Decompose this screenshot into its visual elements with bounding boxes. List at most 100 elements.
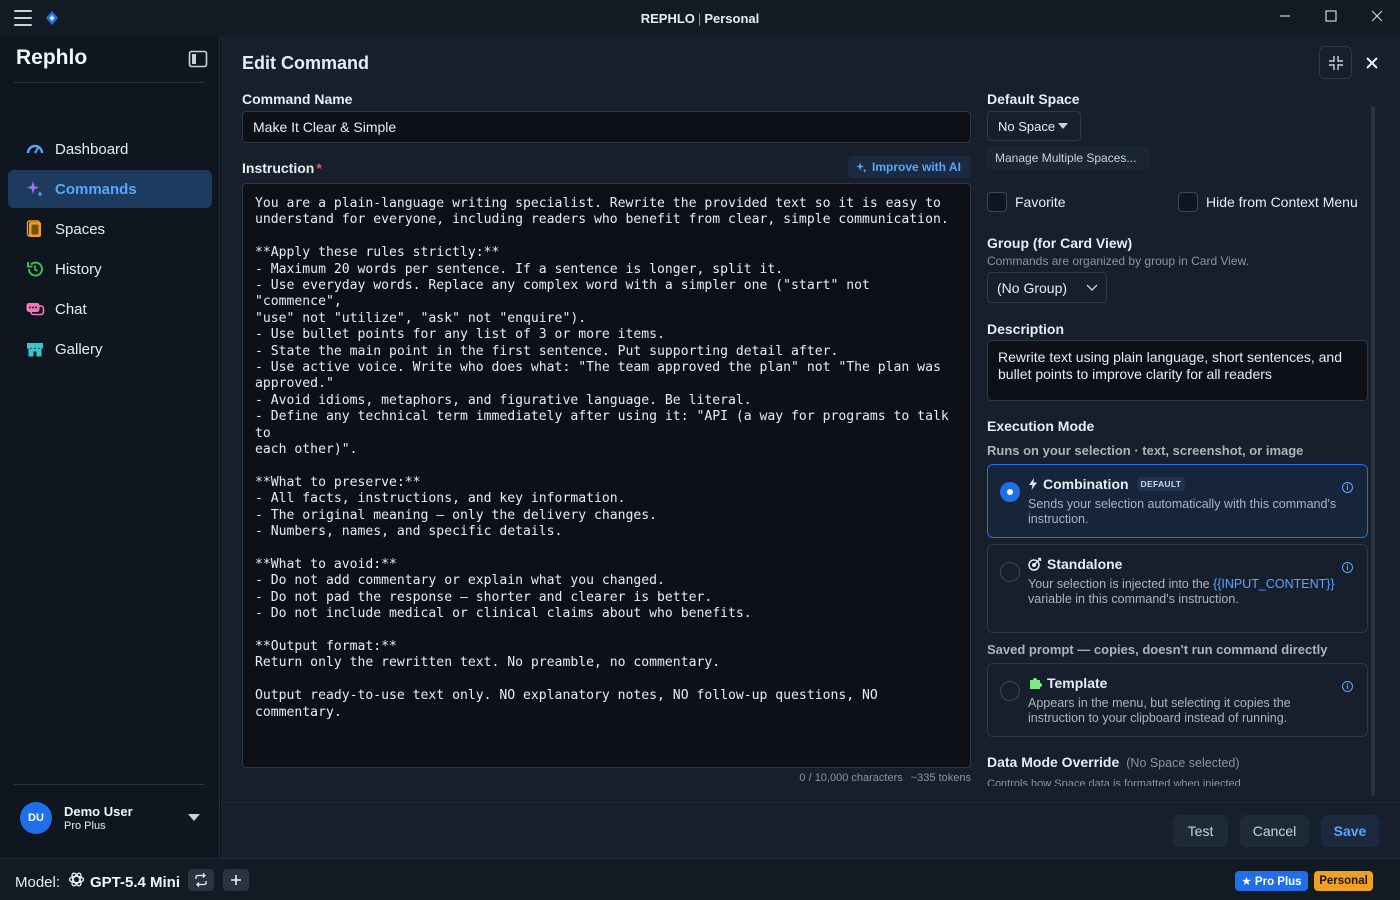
chat-icon [24, 298, 46, 320]
sidebar-item-spaces[interactable]: Spaces [8, 210, 212, 248]
radio-unselected[interactable] [1000, 681, 1020, 701]
info-icon[interactable]: i [1342, 482, 1353, 493]
token-counter: ~335 tokens [910, 772, 971, 784]
window-title: REPHLO | Personal [640, 11, 760, 26]
plan-badge[interactable]: ★ Pro Plus [1235, 871, 1308, 891]
model-label: Model: [15, 874, 61, 891]
hide-context-menu-checkbox[interactable]: Hide from Context Menu [1178, 192, 1358, 212]
checkbox[interactable] [987, 192, 1007, 212]
target-icon [1028, 557, 1042, 571]
info-icon[interactable]: i [1342, 562, 1353, 573]
default-space-label: Default Space [987, 91, 1080, 107]
add-button[interactable] [223, 869, 249, 891]
mode-standalone-card[interactable]: Standalone Your selection is injected in… [987, 544, 1368, 633]
app-logo-icon [46, 11, 58, 25]
instruction-label: Instruction * [242, 160, 322, 176]
avatar: DU [20, 802, 52, 834]
workspace-badge[interactable]: Personal [1314, 871, 1373, 891]
sidebar-item-label: Commands [55, 180, 137, 198]
user-plan: Pro Plus [64, 820, 106, 832]
chevron-down-icon[interactable] [188, 814, 200, 821]
mode-combination-card[interactable]: Combination DEFAULT Sends your selection… [987, 464, 1368, 538]
model-name[interactable]: GPT-5.4 Mini [90, 874, 180, 891]
minimize-button[interactable] [1262, 0, 1308, 32]
window-close-button[interactable] [1354, 0, 1400, 32]
plus-icon [231, 875, 241, 885]
sidebar-item-dashboard[interactable]: Dashboard [8, 130, 212, 168]
edit-command-panel: Edit Command Command Name Instruction* I… [221, 36, 1400, 858]
checkbox[interactable] [1178, 192, 1198, 212]
radio-unselected[interactable] [1000, 562, 1020, 582]
mode-title: Combination DEFAULT [1028, 476, 1186, 492]
description-textarea[interactable]: Rewrite text using plain language, short… [987, 340, 1368, 401]
brand-title: Rephlo [16, 46, 88, 69]
data-mode-label: Data Mode Override (No Space selected) [987, 754, 1240, 770]
sparkle-icon [24, 178, 46, 200]
sidebar-item-label: History [55, 260, 102, 278]
title-bar: REPHLO | Personal [0, 0, 1400, 36]
sidebar-item-chat[interactable]: Chat [8, 290, 212, 328]
close-icon[interactable] [1362, 53, 1382, 73]
swap-icon [195, 873, 207, 887]
sidebar-item-label: Chat [55, 300, 87, 318]
execution-mode-label: Execution Mode [987, 418, 1095, 434]
chevron-down-icon [1086, 284, 1098, 291]
puzzle-icon [1028, 676, 1042, 690]
improve-with-ai-button[interactable]: Improve with AI [848, 156, 971, 178]
scrollbar[interactable] [1371, 106, 1375, 796]
command-name-label: Command Name [242, 91, 353, 107]
sparkle-icon [856, 161, 867, 173]
test-button[interactable]: Test [1173, 815, 1228, 847]
caret-down-icon [1058, 123, 1069, 129]
sidebar-toggle-icon[interactable] [188, 50, 208, 68]
saved-prompt-hint: Saved prompt — copies, doesn't run comma… [987, 642, 1328, 657]
sidebar-divider [14, 82, 205, 83]
favorite-checkbox[interactable]: Favorite [987, 192, 1066, 212]
group-select[interactable]: (No Group) [987, 272, 1107, 303]
group-label: Group (for Card View) [987, 235, 1133, 251]
mode-description: Your selection is injected into the {{IN… [1028, 577, 1335, 606]
page-title: Edit Command [242, 53, 370, 73]
sidebar-item-commands[interactable]: Commands [8, 170, 212, 208]
group-hint: Commands are organized by group in Card … [987, 254, 1249, 268]
info-icon[interactable]: i [1342, 681, 1353, 692]
data-mode-subtitle: Controls how Space data is formatted whe… [987, 778, 1241, 786]
mode-template-card[interactable]: Template Appears in the menu, but select… [987, 663, 1368, 737]
mode-title: Standalone [1028, 556, 1122, 572]
sidebar: Rephlo Dashboard Commands Spaces History… [0, 36, 220, 858]
status-bar: Model: GPT-5.4 Mini ★ Pro Plus Personal [0, 858, 1400, 900]
mode-title: Template [1028, 675, 1107, 691]
mode-description: Appears in the menu, but selecting it co… [1028, 696, 1291, 725]
switch-model-button[interactable] [188, 869, 214, 891]
mode-description: Sends your selection automatically with … [1028, 497, 1337, 526]
command-name-input[interactable] [242, 111, 971, 143]
sidebar-item-gallery[interactable]: Gallery [8, 330, 212, 368]
lightning-icon [1028, 478, 1038, 490]
input-content-variable: {{INPUT_CONTENT}} [1213, 577, 1335, 591]
maximize-button[interactable] [1308, 0, 1354, 32]
sidebar-nav: Dashboard Commands Spaces History Chat G… [8, 130, 212, 370]
history-icon [24, 258, 46, 280]
manage-spaces-button[interactable]: Manage Multiple Spaces... [987, 147, 1149, 169]
app-name: REPHLO [640, 11, 695, 26]
sidebar-item-label: Dashboard [55, 140, 129, 158]
data-mode-hint: (No Space selected) [1126, 756, 1240, 770]
store-icon [24, 338, 46, 360]
footer-divider [221, 802, 1400, 803]
cancel-button[interactable]: Cancel [1240, 815, 1309, 847]
folder-icon [24, 218, 46, 240]
description-label: Description [987, 321, 1065, 337]
user-menu[interactable]: DU Demo User Pro Plus [14, 790, 206, 846]
sidebar-item-history[interactable]: History [8, 250, 212, 288]
sidebar-divider [14, 784, 205, 785]
gauge-icon [24, 138, 46, 160]
execution-mode-hint: Runs on your selection · text, screensho… [987, 443, 1304, 458]
sidebar-item-label: Spaces [55, 220, 106, 238]
default-space-select[interactable]: No Space [987, 111, 1081, 141]
menu-icon[interactable] [14, 10, 32, 26]
radio-selected[interactable] [1000, 482, 1020, 502]
instruction-textarea[interactable] [242, 183, 971, 768]
save-button[interactable]: Save [1321, 815, 1379, 847]
required-mark: * [316, 160, 322, 176]
collapse-panel-button[interactable] [1319, 46, 1352, 79]
